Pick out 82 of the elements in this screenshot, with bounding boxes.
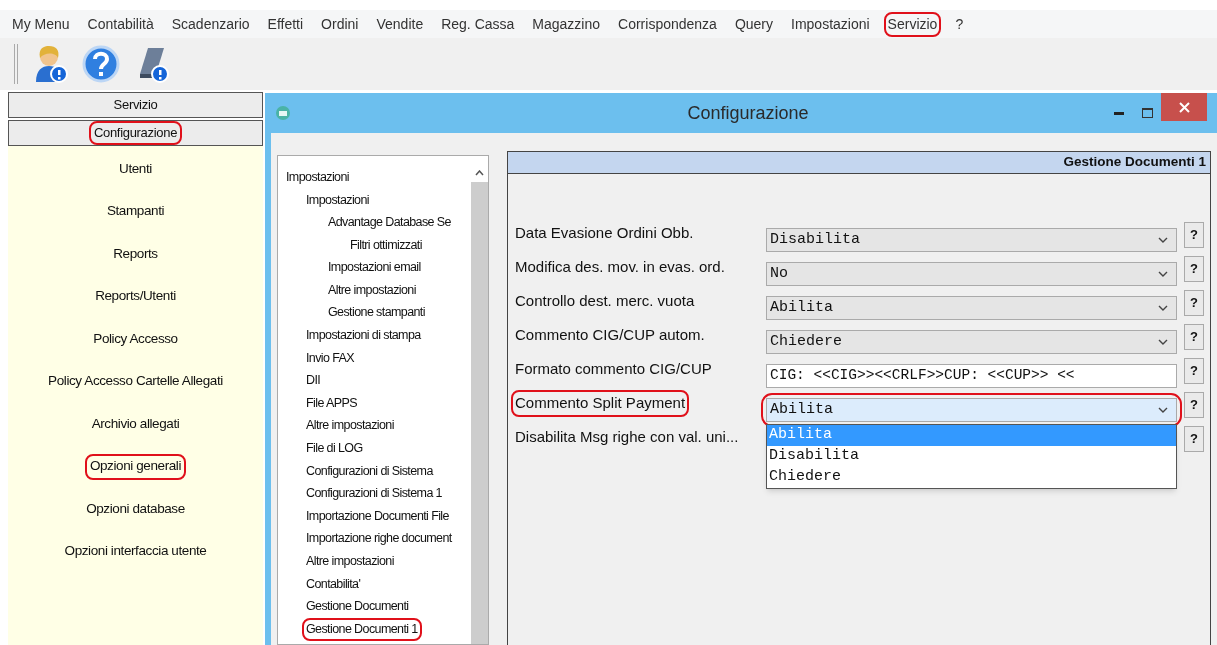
setting-label: Commento CIG/CUP autom. [514,325,706,345]
app-icon [275,105,291,121]
sidebar-item[interactable]: Reports/Utenti [92,285,179,308]
sidebar-item[interactable]: Archivio allegati [88,413,183,435]
menu-item[interactable]: Vendite [374,13,426,35]
scroll-up-icon[interactable] [474,170,484,176]
tree-item[interactable]: Gestione Documenti 1 [304,619,420,639]
chevron-down-icon [1158,304,1168,312]
tree-item[interactable]: DII [304,371,323,390]
sidebar-item[interactable]: Policy Accesso [90,328,181,350]
sidebar-item[interactable]: Opzioni generali [86,455,185,478]
dropdown[interactable]: Abilita [766,296,1177,320]
menu-item[interactable]: Servizio [885,13,940,35]
menu-item[interactable]: Corrispondenza [616,13,719,35]
setting-label: Disabilita Msg righe con val. uni... [514,427,740,447]
tree-item[interactable]: File APPS [304,393,359,413]
chevron-down-icon [1158,236,1168,244]
dropdown[interactable]: Abilita [766,398,1177,422]
dropdown-option[interactable]: Disabilita [767,446,1176,467]
menu-item[interactable]: Ordini [319,13,361,35]
help-button[interactable]: ? [1184,290,1204,316]
menu-item[interactable]: Effetti [265,13,306,35]
menu-item[interactable]: ? [953,13,966,35]
menu-item[interactable]: Reg. Cassa [439,13,517,35]
tree-item[interactable]: File di LOG [304,439,365,458]
setting-label: Formato commento CIG/CUP [514,359,713,379]
tree-item[interactable]: Impostazioni [304,190,371,210]
chevron-down-icon [1158,270,1168,278]
tree-item[interactable]: Configurazioni di Sistema 1 [304,484,444,503]
help-icon[interactable] [82,44,120,84]
dropdown[interactable]: Chiedere [766,330,1177,354]
setting-label: Modifica des. mov. in evas. ord. [514,257,726,277]
tree-item[interactable]: Importazione Documenti File [304,506,451,526]
close-button[interactable] [1161,93,1207,121]
tree-item[interactable]: Advantage Database Se [326,213,453,232]
help-button[interactable]: ? [1184,222,1204,248]
tree-item[interactable]: Contabilita' [304,574,363,594]
tree-item[interactable]: Gestione stampanti [326,303,427,323]
sidebar-item[interactable]: Opzioni database [83,498,188,520]
window-title: Configurazione [686,101,810,125]
setting-label: Commento Split Payment [513,392,688,415]
menu-item[interactable]: Scadenzario [169,13,252,35]
panel-header: Gestione Documenti 1 [508,152,1210,174]
tree-item[interactable]: Gestione Documenti [304,597,411,616]
menu-item[interactable]: Magazzino [530,13,603,35]
dropdown[interactable]: Disabilita [766,228,1177,252]
sidebar-item[interactable]: Policy Accesso Cartelle Allegati [45,370,226,393]
tree-item[interactable]: Impostazioni di stampa [304,326,423,345]
help-button[interactable]: ? [1184,426,1204,452]
sidebar-header[interactable]: Servizio [8,92,263,118]
help-button[interactable]: ? [1184,358,1204,384]
chevron-down-icon [1158,338,1168,346]
tree-item[interactable]: Impostazioni [284,167,351,187]
menu-item[interactable]: Impostazioni [789,13,872,35]
help-button[interactable]: ? [1184,256,1204,282]
dropdown[interactable]: No [766,262,1177,286]
tree-item[interactable]: Altre impostazioni [304,416,396,436]
sidebar-header[interactable]: Configurazione [8,120,263,146]
tree-item[interactable]: Impostazioni email [326,258,423,278]
sidebar-item[interactable]: Stampanti [103,200,168,223]
sidebar-item[interactable]: Utenti [116,158,155,180]
dropdown-option[interactable]: Chiedere [767,467,1176,488]
text-field[interactable]: CIG: <<CIG>><<CRLF>>CUP: <<CUP>> << [766,364,1177,388]
sidebar-item[interactable]: Reports [110,243,161,265]
menu-item[interactable]: Query [732,13,775,35]
minimize-icon [1114,111,1124,115]
maximize-icon [1141,108,1153,118]
tree-item[interactable]: Altre impostazioni [304,552,396,571]
help-button[interactable]: ? [1184,324,1204,350]
menu-item[interactable]: Contabilità [85,13,156,35]
tree-item[interactable]: Configurazioni di Sistema [304,461,435,481]
setting-label: Data Evasione Ordini Obb. [514,223,695,243]
menu-item[interactable]: My Menu [10,13,72,35]
tree-item[interactable]: Importazione righe document [304,529,454,549]
close-icon [1178,101,1190,113]
tree-item[interactable]: Altre impostazioni [326,280,418,300]
tree-item[interactable]: Invio FAX [304,348,357,368]
setting-label: Controllo dest. merc. vuota [514,291,696,311]
tree-item[interactable]: Filtri ottimizzati [348,235,424,255]
chevron-down-icon [1158,406,1168,414]
sidebar-item[interactable]: Opzioni interfaccia utente [61,540,210,563]
help-button[interactable]: ? [1184,392,1204,418]
